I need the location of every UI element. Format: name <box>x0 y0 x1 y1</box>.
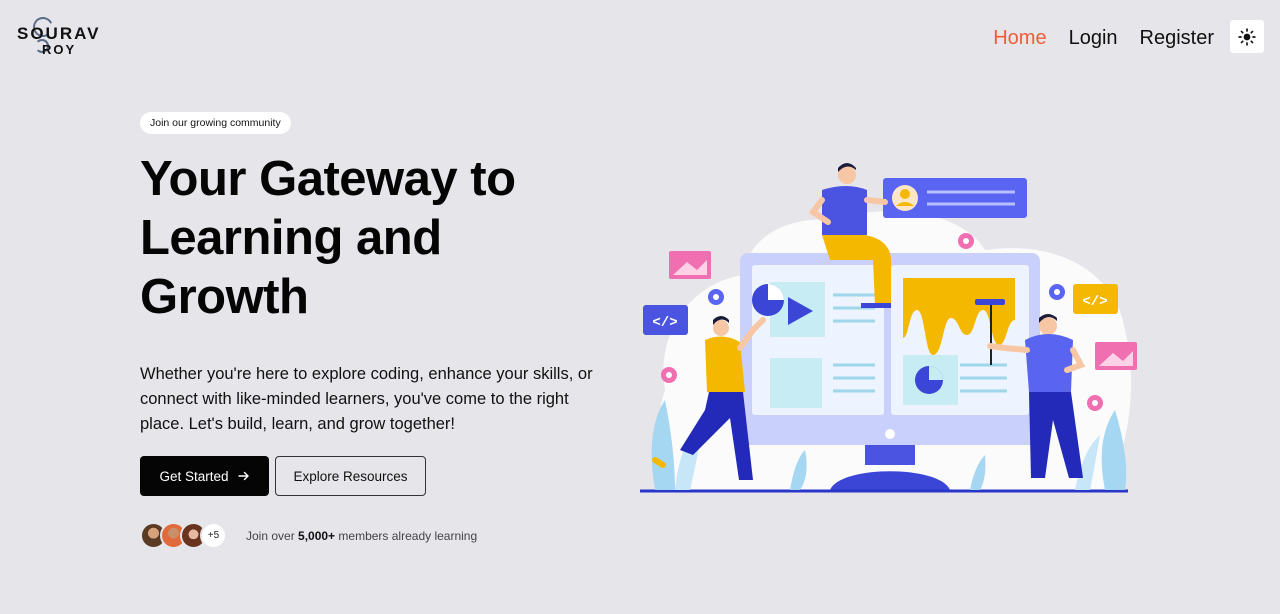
members-suffix: members already learning <box>335 529 478 543</box>
brand-name-last: ROY <box>42 42 77 57</box>
members-text: Join over 5,000+ members already learnin… <box>246 529 477 543</box>
get-started-button[interactable]: Get Started <box>140 456 269 496</box>
get-started-label: Get Started <box>159 468 229 484</box>
brand-logo[interactable]: SOURAV ROY <box>17 14 107 59</box>
brand-name-first: SOURAV <box>17 24 101 43</box>
members-count: 5,000+ <box>298 529 336 543</box>
svg-text:</>: </> <box>652 315 677 331</box>
avatar-more-count: +5 <box>200 522 227 549</box>
theme-toggle-button[interactable] <box>1230 20 1264 53</box>
arrow-right-icon <box>237 471 249 481</box>
member-avatars: +5 <box>140 522 230 549</box>
main-nav: Home Login Register <box>993 27 1214 50</box>
hero-title: Your Gateway to Learning and Growth <box>140 152 516 324</box>
nav-home[interactable]: Home <box>993 27 1046 50</box>
community-badge: Join our growing community <box>140 112 291 134</box>
site-header: SOURAV ROY Home Login Register <box>0 0 1280 76</box>
svg-text:</>: </> <box>1082 294 1107 310</box>
members-prefix: Join over <box>246 529 299 543</box>
explore-resources-button[interactable]: Explore Resources <box>275 456 426 496</box>
sun-icon <box>1238 27 1256 46</box>
nav-login[interactable]: Login <box>1069 27 1118 50</box>
hero-illustration: </> </> <box>640 163 1137 493</box>
nav-register[interactable]: Register <box>1140 27 1214 50</box>
hero-description: Whether you're here to explore coding, e… <box>140 365 593 433</box>
explore-resources-label: Explore Resources <box>293 468 408 484</box>
